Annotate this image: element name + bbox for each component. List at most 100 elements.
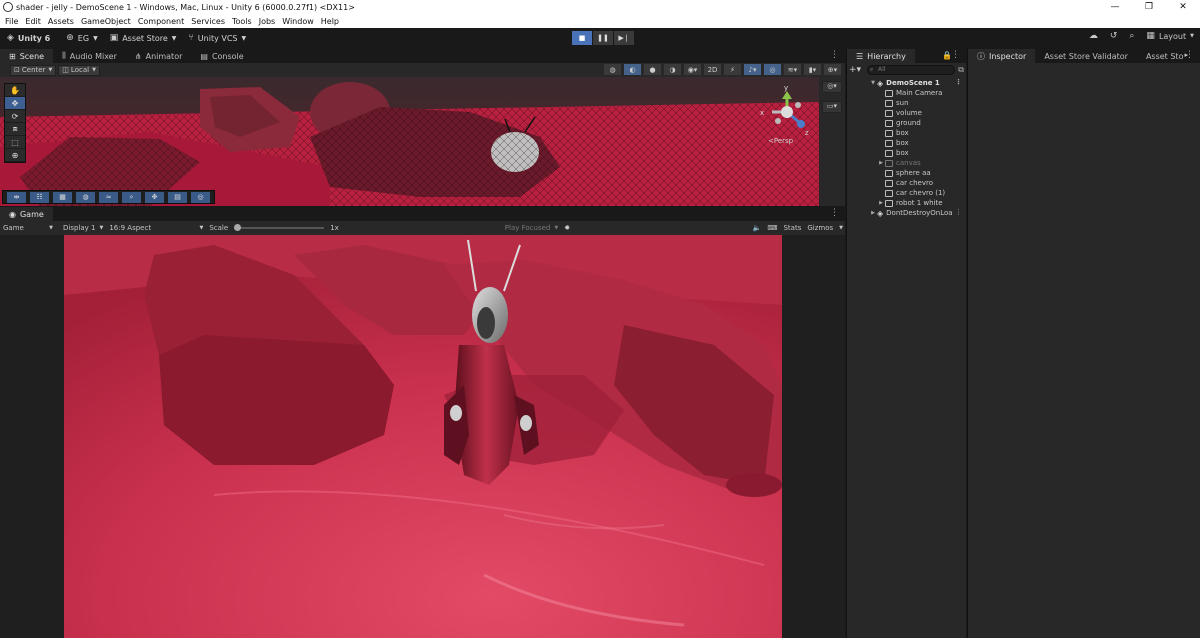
rect-tool-icon[interactable]: ⬚	[5, 136, 25, 149]
menu-file[interactable]: File	[5, 17, 18, 26]
pan-icon[interactable]: ✥	[145, 191, 164, 203]
restore-button[interactable]: ❐	[1132, 0, 1166, 14]
menu-edit[interactable]: Edit	[25, 17, 41, 26]
tree-item[interactable]: volume	[847, 108, 966, 118]
tab-audio-mixer[interactable]: ⫼ Audio Mixer	[53, 49, 126, 63]
history-icon[interactable]: ↺	[1110, 31, 1118, 41]
rotate-tool-icon[interactable]: ⟳	[5, 110, 25, 123]
menu-gameobject[interactable]: GameObject	[81, 17, 131, 26]
layers-icon[interactable]: ▤	[168, 191, 187, 203]
inspector-menu-icon[interactable]: ⋮	[1185, 50, 1194, 60]
tree-item[interactable]: box	[847, 138, 966, 148]
perspective-label[interactable]: <Persp	[768, 137, 793, 145]
pause-button[interactable]: ❚❚	[593, 31, 613, 45]
tree-item[interactable]: ground	[847, 118, 966, 128]
snap-icon[interactable]: ⇹	[7, 191, 26, 203]
layout-dropdown[interactable]: ▦ Layout ▼	[1146, 31, 1194, 41]
menu-services[interactable]: Services	[191, 17, 225, 26]
menu-window[interactable]: Window	[282, 17, 314, 26]
visibility-icon[interactable]: ≋▾	[784, 64, 801, 75]
unlit-icon[interactable]: ◑	[664, 64, 681, 75]
expand-arrow-icon[interactable]: ▶	[869, 210, 877, 216]
increment-icon[interactable]: ▦	[53, 191, 72, 203]
orbit-icon[interactable]: ◍	[76, 191, 95, 203]
tab-scene[interactable]: ⊞ Scene	[0, 49, 54, 63]
chevron-down-icon[interactable]: ▼	[839, 225, 843, 231]
tab-game[interactable]: ◉ Game	[0, 207, 53, 221]
vcs-dropdown[interactable]: ⑂ Unity VCS ▼	[183, 30, 251, 46]
mute-audio-icon[interactable]: 🔈	[753, 224, 762, 232]
tab-asset-store[interactable]: Asset Sto	[1137, 49, 1184, 63]
tree-item[interactable]: car chevro	[847, 178, 966, 188]
move-tool-icon[interactable]: ✥	[5, 97, 25, 110]
transform-tool-icon[interactable]: ⊕	[5, 149, 25, 162]
panel-menu-icon[interactable]: ⋮	[830, 50, 839, 60]
view-options-icon[interactable]: ◎▾	[822, 81, 842, 93]
tree-item[interactable]: Main Camera	[847, 88, 966, 98]
play-button[interactable]: ■	[572, 31, 592, 45]
org-dropdown[interactable]: ⊕ EG ▼	[61, 30, 102, 46]
display-dropdown[interactable]: Display 1 ▼	[60, 221, 106, 235]
hand-tool-icon[interactable]: ✋	[5, 84, 25, 97]
menu-help[interactable]: Help	[321, 17, 339, 26]
tree-item[interactable]: box	[847, 148, 966, 158]
menu-component[interactable]: Component	[138, 17, 184, 26]
zoom-icon[interactable]: ⌕	[122, 191, 141, 203]
scene-viewport[interactable]: ✋ ✥ ⟳ ⧈ ⬚ ⊕ ⇹ ☷ ▦ ◍ ≈ ⌕ ✥ ▤ ◎ y x z <Per…	[0, 77, 819, 206]
bug-icon[interactable]: ✹	[564, 224, 570, 232]
tree-item[interactable]: ▶ robot 1 white	[847, 198, 966, 208]
tree-item-scene[interactable]: ▶ ◈ DontDestroyOnLoa ⋮	[847, 208, 966, 218]
game-viewport[interactable]	[64, 235, 782, 638]
tab-console[interactable]: ▤ Console	[191, 49, 252, 63]
shaded-icon[interactable]: ●	[644, 64, 661, 75]
gizmos-icon[interactable]: ⊕▾	[824, 64, 841, 75]
scale-tool-icon[interactable]: ⧈	[5, 123, 25, 136]
gizmos-button[interactable]: Gizmos	[807, 224, 833, 232]
shaded-wireframe-icon[interactable]: ◐	[624, 64, 641, 75]
expand-arrow-icon[interactable]: ▶	[877, 160, 885, 166]
audio-icon[interactable]: ♪▾	[744, 64, 761, 75]
item-menu-icon[interactable]: ⋮	[955, 208, 962, 216]
expand-arrow-icon[interactable]: ▶	[877, 200, 885, 206]
tree-item[interactable]: box	[847, 128, 966, 138]
game-mode-dropdown[interactable]: Game ▼	[0, 221, 56, 235]
tab-inspector[interactable]: ⓘ Inspector	[968, 49, 1036, 63]
tab-hierarchy[interactable]: ☰ Hierarchy	[847, 49, 915, 63]
scale-slider[interactable]	[234, 224, 325, 231]
play-focused-dropdown[interactable]: Play Focused ▼ ✹	[502, 221, 573, 235]
hierarchy-search-input[interactable]: ⌕ All	[867, 65, 956, 75]
asset-store-dropdown[interactable]: ▣ Asset Store ▼	[105, 30, 182, 46]
wireframe-icon[interactable]: ◍	[604, 64, 621, 75]
space-dropdown[interactable]: ◫ Local ▼	[58, 64, 100, 76]
hierarchy-menu-icon[interactable]: ⋮	[951, 50, 960, 60]
grid-snap-icon[interactable]: ☷	[30, 191, 49, 203]
menu-tools[interactable]: Tools	[232, 17, 252, 26]
filter-icon[interactable]: ⧉	[958, 65, 964, 75]
orientation-gizmo[interactable]: y x z	[760, 85, 814, 139]
account-button[interactable]: ◈ Unity 6	[2, 30, 55, 46]
tree-item[interactable]: ▶ canvas	[847, 158, 966, 168]
camera-settings-icon[interactable]: ▭▾	[822, 101, 842, 113]
menu-assets[interactable]: Assets	[48, 17, 74, 26]
2d-toggle-icon[interactable]: 2D	[704, 64, 721, 75]
aspect-dropdown[interactable]: 16:9 Aspect ▼	[106, 221, 206, 235]
add-object-button[interactable]: +▾	[849, 65, 867, 75]
expand-arrow-icon[interactable]: ▼	[869, 80, 877, 86]
draw-mode-icon[interactable]: ◉▾	[684, 64, 701, 75]
tree-item-scene[interactable]: ▼ ◈ DemoScene 1 ⋮	[847, 78, 966, 88]
keyboard-icon[interactable]: ⌨	[767, 224, 777, 232]
terrain-icon[interactable]: ≈	[99, 191, 118, 203]
tab-asset-store-validator[interactable]: Asset Store Validator	[1035, 49, 1137, 63]
stats-button[interactable]: Stats	[783, 224, 801, 232]
camera-icon[interactable]: ▮▾	[804, 64, 821, 75]
lighting-icon[interactable]: ⚡	[724, 64, 741, 75]
close-button[interactable]: ✕	[1166, 0, 1200, 14]
minimize-button[interactable]: —	[1098, 0, 1132, 14]
tree-item[interactable]: car chevro (1)	[847, 188, 966, 198]
compass-icon[interactable]: ◎	[191, 191, 210, 203]
search-icon[interactable]: ⌕	[1129, 31, 1134, 41]
tree-item[interactable]: sun	[847, 98, 966, 108]
step-button[interactable]: ▶❘	[614, 31, 634, 45]
cloud-icon[interactable]: ☁	[1089, 31, 1098, 41]
menu-jobs[interactable]: Jobs	[259, 17, 276, 26]
